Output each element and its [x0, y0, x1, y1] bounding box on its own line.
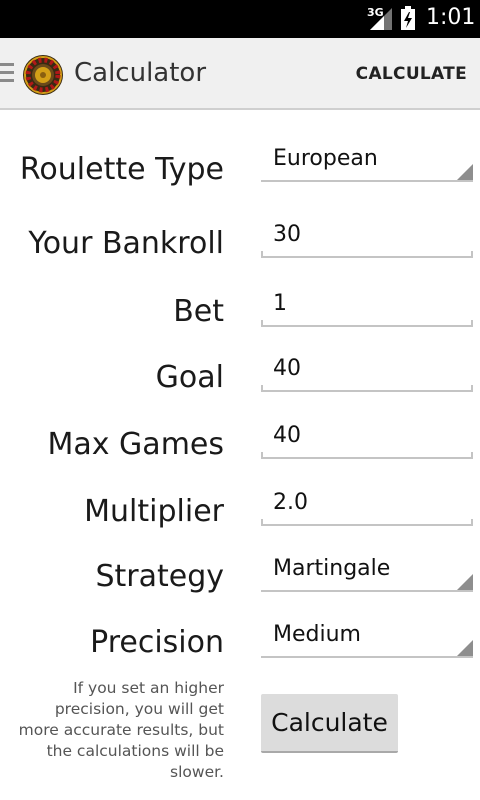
dropdown-caret-icon [457, 574, 473, 590]
bankroll-value: 30 [273, 222, 301, 247]
action-bar: Calculator CALCULATE [0, 38, 480, 110]
multiplier-label: Multiplier [84, 494, 224, 529]
app-title: Calculator [74, 58, 207, 88]
bet-input[interactable]: 1 [261, 291, 473, 327]
calculate-action-button[interactable]: CALCULATE [356, 64, 467, 84]
bankroll-input[interactable]: 30 [261, 222, 473, 258]
dropdown-caret-icon [457, 640, 473, 656]
battery-icon [401, 6, 415, 30]
strategy-spinner[interactable]: Martingale [261, 556, 473, 592]
status-bar: 3G 1:01 [0, 0, 480, 38]
signal-icon [370, 8, 392, 30]
roulette-type-label: Roulette Type [19, 152, 224, 187]
roulette-type-value: European [273, 146, 378, 171]
precision-hint-text: If you set an higher precision, you will… [18, 679, 224, 781]
multiplier-input[interactable]: 2.0 [261, 490, 473, 526]
bet-value: 1 [273, 291, 287, 316]
multiplier-value: 2.0 [273, 490, 308, 515]
max-games-value: 40 [273, 423, 301, 448]
goal-label: Goal [155, 360, 224, 395]
strategy-value: Martingale [273, 556, 391, 581]
goal-value: 40 [273, 356, 301, 381]
roulette-type-spinner[interactable]: European [261, 146, 473, 182]
max-games-input[interactable]: 40 [261, 423, 473, 459]
bankroll-label: Your Bankroll [28, 226, 224, 261]
goal-input[interactable]: 40 [261, 356, 473, 392]
bet-label: Bet [173, 294, 224, 329]
drawer-menu-icon[interactable] [0, 63, 14, 85]
dropdown-caret-icon [457, 164, 473, 180]
max-games-label: Max Games [47, 427, 225, 462]
clock: 1:01 [426, 5, 476, 30]
calculate-button[interactable]: Calculate [261, 694, 398, 753]
precision-value: Medium [273, 622, 361, 647]
strategy-label: Strategy [95, 559, 224, 594]
precision-spinner[interactable]: Medium [261, 622, 473, 658]
precision-label: Precision [90, 625, 224, 660]
roulette-wheel-icon [23, 55, 63, 95]
